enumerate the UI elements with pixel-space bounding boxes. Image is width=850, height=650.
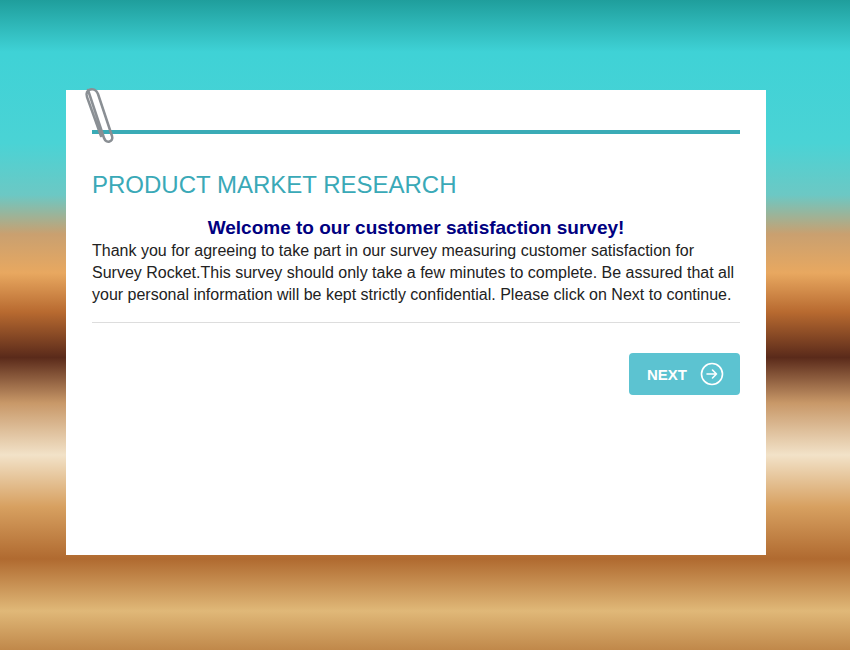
intro-text: Thank you for agreeing to take part in o… bbox=[92, 240, 740, 306]
button-row: NEXT bbox=[92, 353, 740, 395]
paperclip-icon bbox=[74, 80, 118, 152]
background-photo: PRODUCT MARKET RESEARCH Welcome to our cu… bbox=[0, 0, 850, 650]
section-title: PRODUCT MARKET RESEARCH bbox=[92, 170, 740, 200]
survey-card: PRODUCT MARKET RESEARCH Welcome to our cu… bbox=[66, 90, 766, 555]
next-button[interactable]: NEXT bbox=[629, 353, 740, 395]
arrow-right-circle-icon bbox=[700, 362, 724, 386]
welcome-heading: Welcome to our customer satisfaction sur… bbox=[92, 216, 740, 240]
divider bbox=[92, 322, 740, 323]
accent-line bbox=[92, 130, 740, 134]
